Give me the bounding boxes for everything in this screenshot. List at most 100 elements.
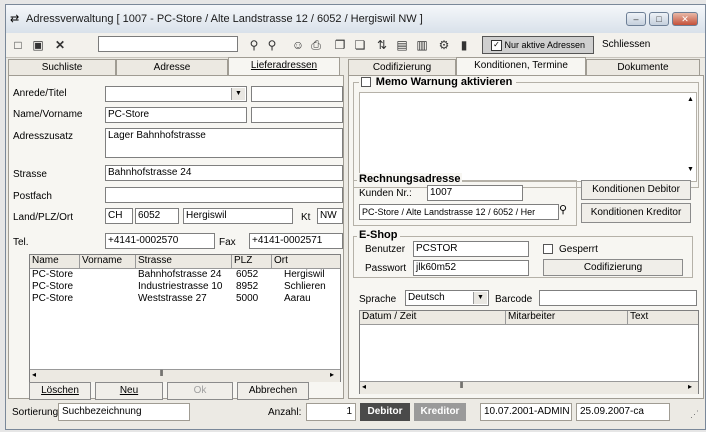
tel-field[interactable]: +4141-0002570	[105, 233, 215, 249]
maximize-button[interactable]: □	[649, 12, 669, 26]
new-document-icon[interactable]: □	[10, 37, 26, 53]
active-only-toggle[interactable]: ✓ Nur aktive Adressen	[482, 36, 594, 54]
paste-icon[interactable]: ❏	[352, 37, 368, 53]
close-button[interactable]: Schliessen	[602, 39, 650, 50]
scroll-right-icon[interactable]: ▸	[688, 382, 692, 391]
kreditor-conditions-button[interactable]: Konditionen Kreditor	[581, 203, 691, 223]
main-window: ⇄ Adressverwaltung [ 1007 - PC-Store / A…	[5, 4, 706, 430]
sort-value-field[interactable]: Suchbezeichnung	[58, 403, 190, 421]
address-grid[interactable]: Name Vorname Strasse PLZ Ort PC-Store Ba…	[29, 254, 341, 382]
ok-button[interactable]: Ok	[167, 382, 233, 400]
eshop-user-field[interactable]: PCSTOR	[413, 241, 529, 257]
debitor-badge: Debitor	[360, 403, 410, 421]
memo-warning-label: Memo Warnung aktivieren	[373, 76, 515, 88]
cancel-button[interactable]: Abbrechen	[237, 382, 309, 400]
cell-ort: Schlieren	[284, 281, 326, 292]
scroll-left-icon[interactable]: ◂	[362, 382, 366, 391]
table-row[interactable]: PC-Store Industriestrasse 10 8952 Schlie…	[30, 281, 340, 293]
ort-field[interactable]: Hergiswil	[183, 208, 293, 224]
anrede-select[interactable]: ▼	[105, 86, 247, 102]
log-grid[interactable]: Datum / Zeit Mitarbeiter Text ◂ ⦀ ▸	[359, 310, 699, 394]
column-header-vorname[interactable]: Vorname	[80, 255, 136, 268]
delete-button[interactable]: Löschen	[29, 382, 91, 400]
chevron-down-icon: ▼	[231, 88, 245, 100]
column-header-text[interactable]: Text	[628, 311, 698, 324]
tab-adresse[interactable]: Adresse	[116, 59, 228, 75]
adresszusatz-label: Adresszusatz	[13, 131, 74, 142]
sort-icon[interactable]: ⇅	[374, 37, 390, 53]
cell-strasse: Weststrasse 27	[138, 293, 207, 304]
column-header-plz[interactable]: PLZ	[232, 255, 272, 268]
chart-icon[interactable]: ▮	[456, 37, 472, 53]
tools-icon[interactable]: ⚙	[436, 37, 452, 53]
strasse-label: Strasse	[13, 169, 47, 180]
column-header-datum[interactable]: Datum / Zeit	[360, 311, 506, 324]
memo-scroll-up-icon[interactable]: ▲	[687, 96, 694, 103]
land-field[interactable]: CH	[105, 208, 133, 224]
tab-suchliste[interactable]: Suchliste	[8, 59, 116, 75]
memo-warning-checkbox[interactable]	[361, 77, 371, 88]
table-row[interactable]: PC-Store Weststrasse 27 5000 Aarau	[30, 293, 340, 305]
find-next-icon[interactable]: ⚲	[264, 37, 280, 53]
count-value: 1	[306, 403, 356, 421]
customer-no-field[interactable]: 1007	[427, 185, 523, 201]
tab-lieferadressen[interactable]: Lieferadressen	[228, 57, 340, 76]
codify-button[interactable]: Codifizierung	[543, 259, 683, 276]
language-label: Sprache	[359, 294, 397, 305]
memo-header: Memo Warnung aktivieren	[359, 76, 517, 88]
log-grid-scrollbar[interactable]: ◂ ⦀ ▸	[360, 381, 698, 394]
binoculars-icon[interactable]: ⚲	[559, 203, 567, 216]
minimize-button[interactable]: –	[626, 12, 646, 26]
search-input[interactable]	[98, 36, 238, 52]
export-icon[interactable]: ▥	[414, 37, 430, 53]
close-window-button[interactable]: ✕	[672, 12, 698, 26]
column-header-ort[interactable]: Ort	[272, 255, 340, 268]
strasse-field[interactable]: Bahnhofstrasse 24	[105, 165, 343, 181]
memo-textarea[interactable]	[359, 92, 697, 182]
debitor-conditions-button[interactable]: Konditionen Debitor	[581, 180, 691, 200]
table-row[interactable]: PC-Store Bahnhofstrasse 24 6052 Hergiswi…	[30, 269, 340, 281]
scroll-left-icon[interactable]: ◂	[32, 370, 36, 379]
tab-dokumente[interactable]: Dokumente	[586, 59, 700, 75]
column-header-strasse[interactable]: Strasse	[136, 255, 232, 268]
tab-konditionen-termine[interactable]: Konditionen, Termine	[456, 57, 586, 76]
name-field[interactable]: PC-Store	[105, 107, 247, 123]
cell-plz: 5000	[236, 293, 259, 304]
vorname-field[interactable]	[251, 107, 343, 123]
adresszusatz-field[interactable]: Lager Bahnhofstrasse	[105, 128, 343, 158]
print-icon[interactable]: ⎙	[308, 37, 324, 53]
billing-address-field[interactable]: PC-Store / Alte Landstrasse 12 / 6052 / …	[359, 204, 559, 220]
users-icon[interactable]: ☺	[290, 37, 306, 53]
barcode-field[interactable]	[539, 290, 697, 306]
scroll-thumb-icon[interactable]: ⦀	[160, 369, 164, 379]
address-grid-scrollbar[interactable]: ◂ ⦀ ▸	[30, 369, 340, 382]
barcode-label: Barcode	[495, 294, 533, 305]
fax-field[interactable]: +4141-0002571	[249, 233, 343, 249]
app-icon: ⇄	[10, 13, 20, 25]
find-icon[interactable]: ⚲	[246, 37, 262, 53]
column-header-name[interactable]: Name	[30, 255, 80, 268]
column-header-mitarbeiter[interactable]: Mitarbeiter	[506, 311, 628, 324]
resize-grip-icon[interactable]: ⋰	[690, 409, 699, 420]
titel-field[interactable]	[251, 86, 343, 102]
kt-field[interactable]: NW	[317, 208, 343, 224]
eshop-locked-label: Gesperrt	[559, 244, 598, 255]
scroll-right-icon[interactable]: ▸	[330, 370, 334, 379]
eshop-user-label: Benutzer	[365, 244, 406, 255]
new-button[interactable]: Neu	[95, 382, 163, 400]
save-icon[interactable]: ▣	[30, 37, 46, 53]
eshop-locked-checkbox[interactable]	[543, 244, 553, 254]
tab-codifizierung[interactable]: Codifizierung	[348, 59, 456, 75]
delete-icon[interactable]: ✕	[52, 37, 68, 53]
land-plz-ort-label: Land/PLZ/Ort	[13, 212, 74, 223]
report-icon[interactable]: ▤	[394, 37, 410, 53]
eshop-password-field[interactable]: jlk60m52	[413, 260, 529, 276]
language-select[interactable]: Deutsch ▼	[405, 290, 489, 306]
modified-info: 25.09.2007-ca	[576, 403, 670, 421]
scroll-thumb-icon[interactable]: ⦀	[460, 381, 464, 391]
copy-icon[interactable]: ❐	[332, 37, 348, 53]
plz-field[interactable]: 6052	[135, 208, 179, 224]
postfach-field[interactable]	[105, 187, 343, 203]
toolbar: □ ▣ ✕ ⚲ ⚲ ☺ ⎙ ❐ ❏ ⇅ ▤ ▥ ⚙ ▮ ✓ Nur aktive…	[6, 33, 705, 58]
memo-scroll-down-icon[interactable]: ▼	[687, 166, 694, 173]
